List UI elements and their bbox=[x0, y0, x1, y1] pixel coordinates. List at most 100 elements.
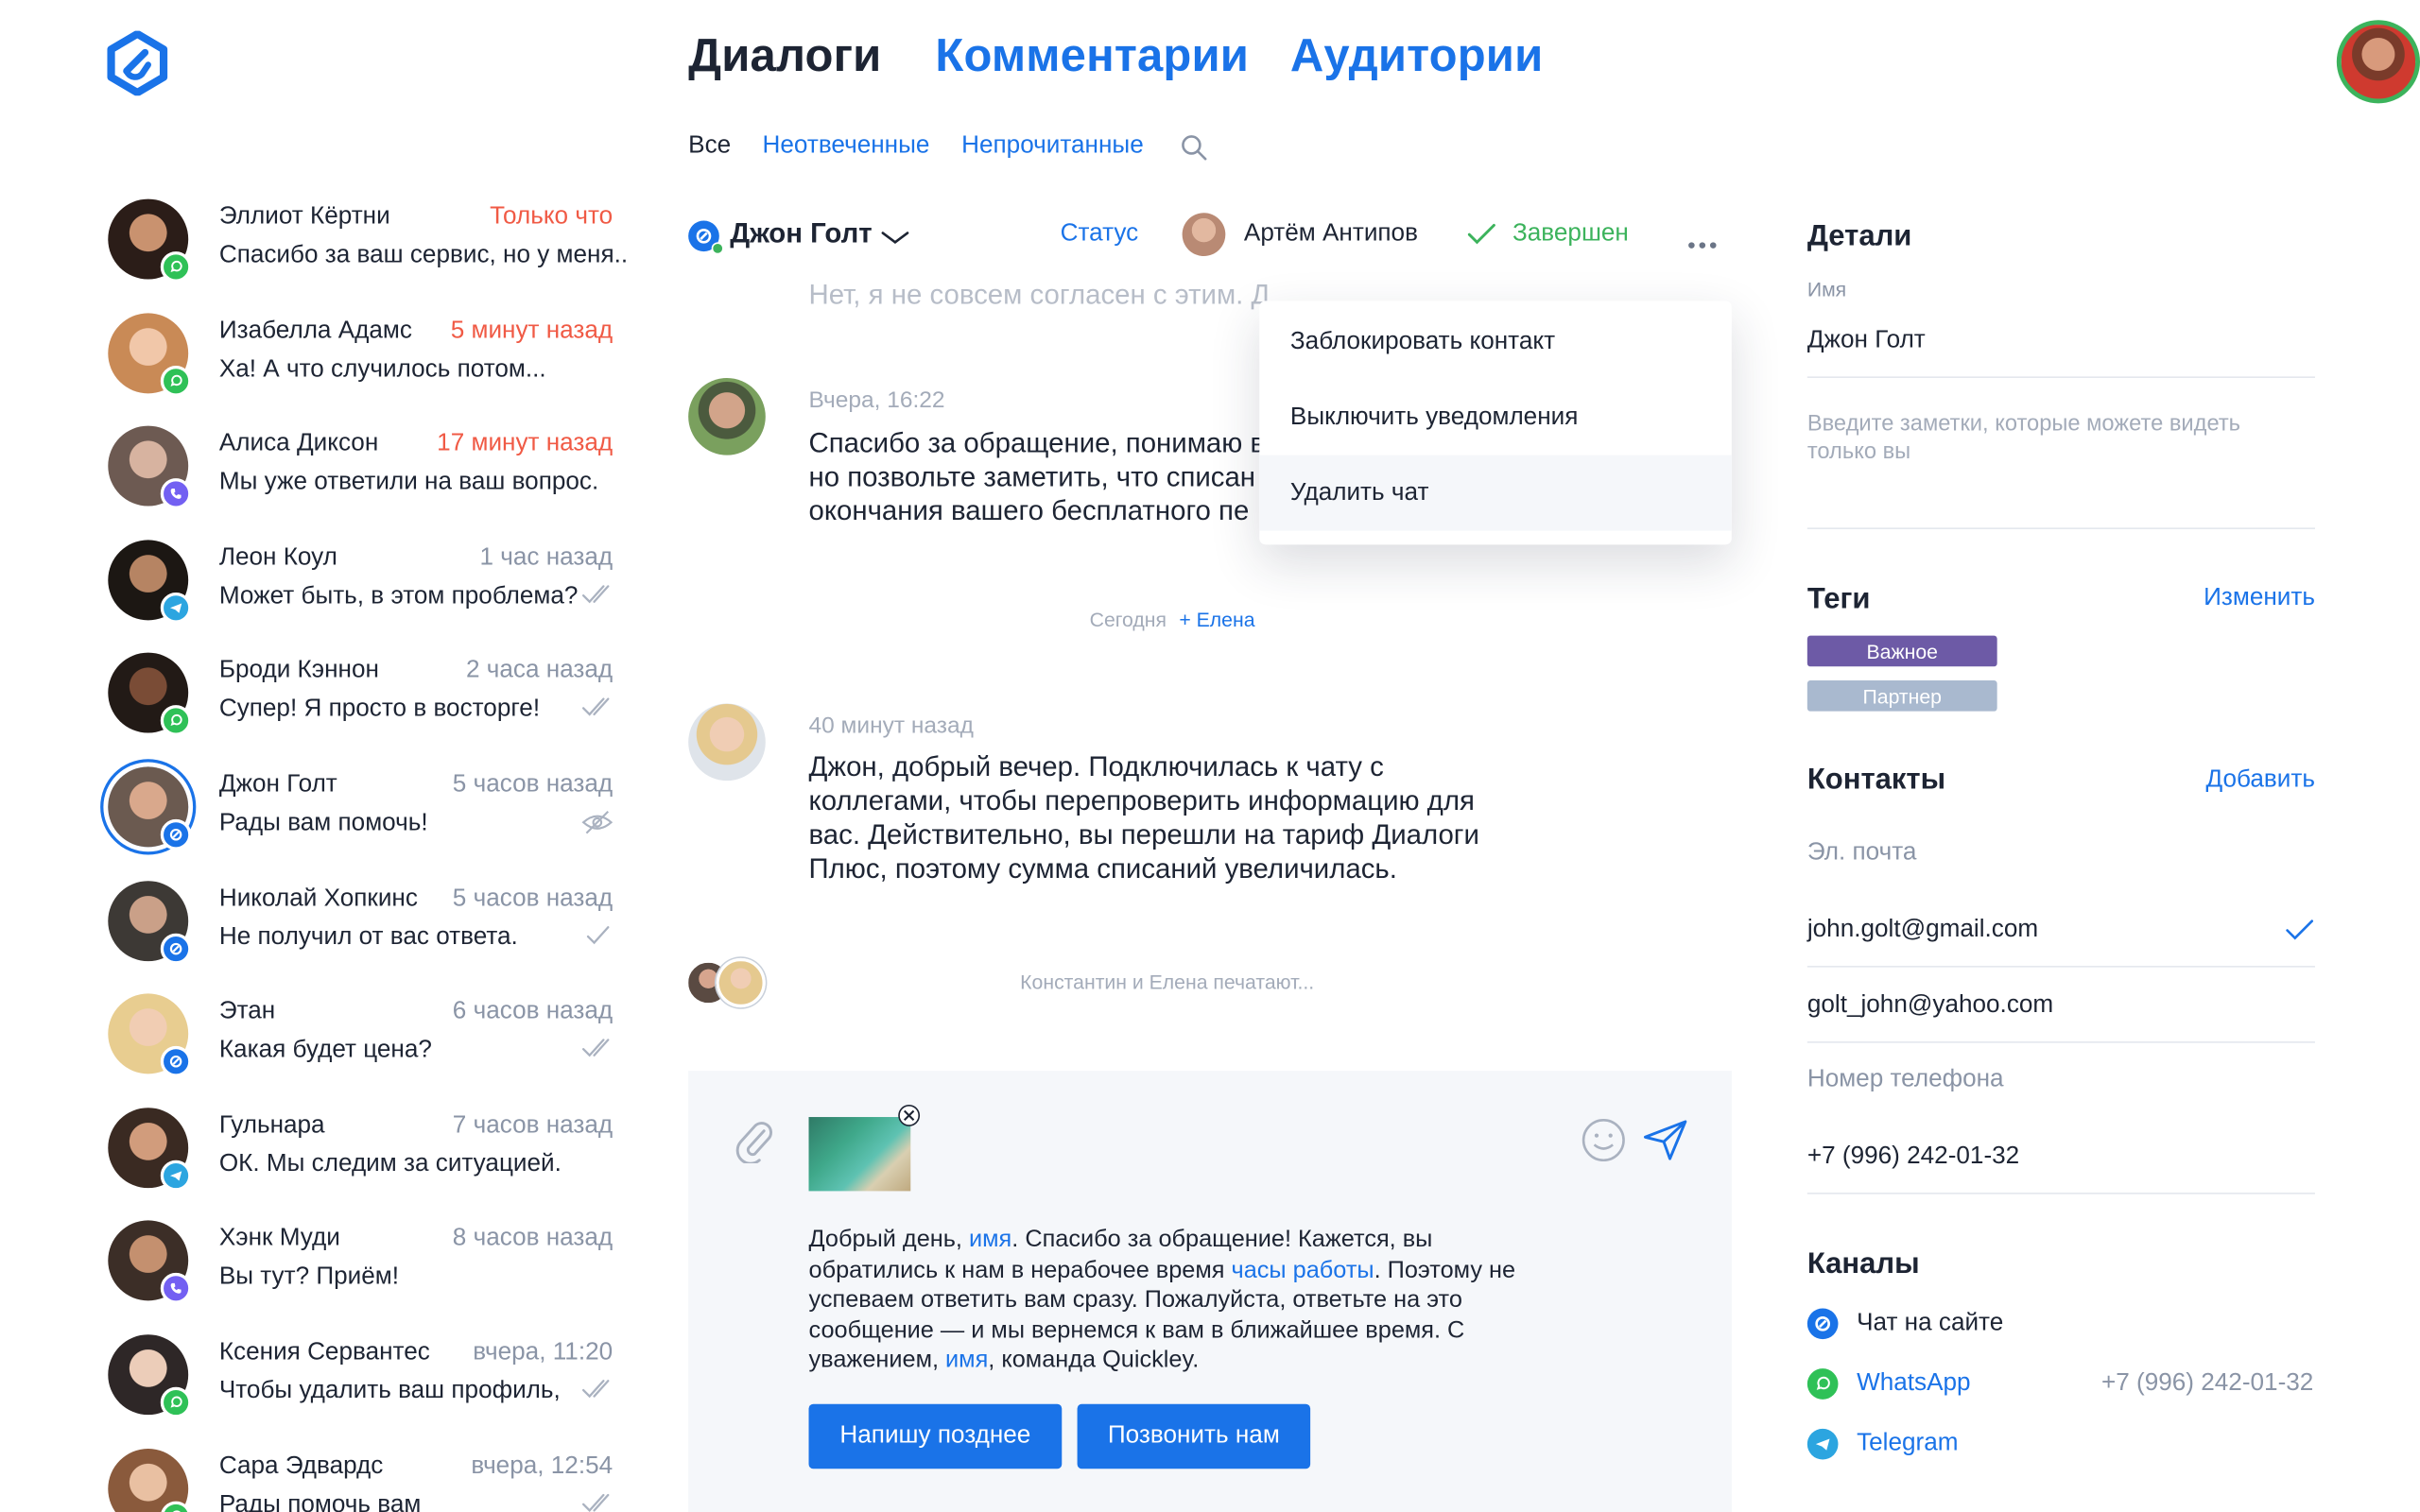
whatsapp-icon bbox=[160, 365, 192, 396]
conversation-time: 5 минут назад bbox=[450, 317, 614, 344]
channel-telegram[interactable]: Telegram bbox=[1857, 1430, 1958, 1457]
variable-name[interactable]: имя bbox=[969, 1227, 1011, 1253]
search-icon[interactable] bbox=[1181, 134, 1208, 162]
remove-attachment-icon[interactable] bbox=[898, 1104, 921, 1126]
conversation-item[interactable]: Леон Коул 1 час назад Может быть, в этом п… bbox=[108, 540, 617, 642]
message-text: Спасибо за обращение, понимаю в но позво… bbox=[808, 427, 1266, 526]
conversation-preview: Спасибо за ваш сервис, но у меня.. bbox=[218, 242, 629, 269]
conversation-time: 6 часов назад bbox=[452, 998, 614, 1025]
conversation-name: Ксения Сервантес bbox=[218, 1339, 430, 1366]
telegram-icon bbox=[1806, 1428, 1839, 1460]
status-button[interactable]: Статус bbox=[1061, 220, 1139, 260]
variable-working-hours[interactable]: часы работы bbox=[1232, 1257, 1374, 1283]
conversation-item[interactable]: Гульнара 7 часов назад ОК. Мы следим за си… bbox=[108, 1107, 617, 1210]
conversation-preview: Не получил от вас ответа. bbox=[218, 923, 518, 951]
conversation-name: Эллиот Кёртни bbox=[218, 203, 390, 231]
conversation-item[interactable]: Ксения Сервантес вчера, 11:20 Чтобы удалит… bbox=[108, 1334, 617, 1436]
menu-delete-chat[interactable]: Удалить чат bbox=[1259, 455, 1732, 531]
user-avatar[interactable] bbox=[2336, 20, 2420, 104]
variable-name[interactable]: имя bbox=[945, 1348, 988, 1374]
conversation-preview: Вы тут? Приём! bbox=[218, 1263, 400, 1291]
assignee-name[interactable]: Артём Антипов bbox=[1244, 220, 1418, 260]
divider bbox=[1806, 376, 2315, 378]
attach-icon[interactable] bbox=[735, 1117, 774, 1165]
more-icon[interactable] bbox=[1686, 230, 1718, 249]
tag-important[interactable]: Важное bbox=[1806, 635, 1997, 667]
message-text: Джон, добрый вечер. Подключилась к чату … bbox=[808, 751, 1479, 885]
email-primary[interactable]: john.golt@gmail.com bbox=[1807, 917, 2038, 944]
filter-unanswered[interactable]: Неотвеченные bbox=[763, 132, 930, 160]
conversation-item[interactable]: Джон Голт 5 часов назад Рады вам помочь! bbox=[108, 766, 617, 868]
conversation-item[interactable]: Этан 6 часов назад Какая будет цена? bbox=[108, 993, 617, 1096]
menu-block-contact[interactable]: Заблокировать контакт bbox=[1259, 304, 1732, 380]
conversation-preview: Ха! А что случилось потом... bbox=[218, 355, 546, 383]
conversation-item[interactable]: Сара Эдвардс вчера, 12:54 Рады помочь вам bbox=[108, 1448, 617, 1512]
tab-dialogs[interactable]: Диалоги bbox=[688, 31, 881, 84]
name-label: Имя bbox=[1806, 277, 1847, 301]
attached-image[interactable] bbox=[808, 1117, 911, 1192]
contact-name-field[interactable]: Джон Голт bbox=[1807, 327, 1926, 354]
conversation-name: Гульнара bbox=[218, 1111, 325, 1139]
assignee-avatar bbox=[1182, 213, 1226, 257]
edit-tags-link[interactable]: Изменить bbox=[2204, 585, 2315, 612]
channel-site-chat[interactable]: Чат на сайте bbox=[1857, 1310, 2003, 1337]
tags-title: Теги bbox=[1806, 583, 1871, 616]
conversation-name: Хэнк Муди bbox=[218, 1225, 340, 1252]
read-receipt-icon bbox=[581, 1378, 614, 1402]
reply-later-button[interactable]: Напишу позднее bbox=[808, 1403, 1063, 1469]
agent-avatar bbox=[688, 377, 766, 455]
notes-field[interactable]: Введите заметки, которые можете видеть т… bbox=[1807, 410, 2301, 466]
conversation-item[interactable]: Хэнк Муди 8 часов назад Вы тут? Приём! bbox=[108, 1221, 617, 1323]
conversation-time: 2 часа назад bbox=[465, 658, 614, 684]
chat-actions-menu: Заблокировать контакт Выключить уведомле… bbox=[1259, 301, 1732, 545]
conversation-time: 8 часов назад bbox=[452, 1225, 614, 1252]
send-icon[interactable] bbox=[1642, 1119, 1688, 1162]
tag-partner[interactable]: Партнер bbox=[1806, 679, 1997, 712]
tab-comments[interactable]: Комментарии bbox=[935, 31, 1249, 84]
call-us-button[interactable]: Позвонить нам bbox=[1077, 1403, 1311, 1469]
conversation-time: Только что bbox=[490, 203, 614, 231]
menu-mute-notifications[interactable]: Выключить уведомления bbox=[1259, 380, 1732, 455]
whatsapp-icon bbox=[160, 1386, 192, 1418]
conversation-item[interactable]: Николай Хопкинс 5 часов назад Не получил о… bbox=[108, 880, 617, 983]
conversation-name: Этан bbox=[218, 998, 276, 1025]
add-contact-link[interactable]: Добавить bbox=[2206, 766, 2315, 794]
chat-contact-name[interactable]: Джон Голт bbox=[730, 217, 872, 257]
conversation-item[interactable]: Эллиот Кёртни Только что Спасибо за ваш се… bbox=[108, 198, 628, 301]
conversation-time: 17 минут назад bbox=[437, 430, 614, 457]
email-secondary[interactable]: golt_john@yahoo.com bbox=[1807, 992, 2053, 1020]
conversation-item[interactable]: Изабелла Адамс 5 минут назад Ха! А что слу… bbox=[108, 312, 617, 415]
conversation-time: 5 часов назад bbox=[452, 771, 614, 799]
channels-title: Каналы bbox=[1806, 1247, 1920, 1281]
conversation-preview: Рады вам помочь! bbox=[218, 810, 428, 836]
typing-avatar bbox=[716, 957, 766, 1008]
read-receipt-icon bbox=[581, 1037, 614, 1061]
details-title: Детали bbox=[1806, 220, 1912, 253]
online-indicator bbox=[711, 242, 724, 255]
day-separator: Сегодня bbox=[1089, 608, 1167, 631]
chat-state[interactable]: Завершен bbox=[1512, 220, 1629, 260]
phone-field[interactable]: +7 (996) 242-01-32 bbox=[1807, 1143, 2019, 1171]
whatsapp-icon bbox=[160, 251, 192, 283]
emoji-icon[interactable] bbox=[1581, 1117, 1627, 1163]
read-receipt-icon bbox=[581, 583, 614, 608]
tab-audiences[interactable]: Аудитории bbox=[1290, 31, 1543, 84]
conversation-time: вчера, 12:54 bbox=[471, 1452, 614, 1480]
channel-whatsapp[interactable]: WhatsApp bbox=[1857, 1370, 1971, 1398]
filter-unread[interactable]: Непрочитанные bbox=[961, 132, 1144, 160]
conversation-time: 5 часов назад bbox=[452, 885, 614, 912]
composer-text[interactable]: Добрый день, имя. Спасибо за обращение! … bbox=[809, 1225, 1534, 1376]
conversation-item[interactable]: Броди Кэннон 2 часа назад Супер! Я просто … bbox=[108, 653, 617, 755]
conversation-time: вчера, 11:20 bbox=[473, 1339, 614, 1366]
conversation-preview: Чтобы удалить ваш профиль, bbox=[218, 1377, 561, 1404]
conversation-time: 1 час назад bbox=[479, 543, 614, 571]
logo-icon[interactable] bbox=[105, 29, 170, 97]
conversation-time: 7 часов назад bbox=[452, 1111, 614, 1139]
conversation-item[interactable]: Алиса Диксон 17 минут назад Мы уже ответил… bbox=[108, 425, 617, 528]
conversation-name: Джон Голт bbox=[218, 771, 337, 799]
telegram-icon bbox=[160, 592, 192, 624]
filter-all[interactable]: Все bbox=[688, 132, 731, 160]
chevron-down-icon[interactable] bbox=[881, 225, 909, 244]
participant-added: + Елена bbox=[1179, 608, 1255, 631]
phone-label: Номер телефона bbox=[1806, 1066, 2004, 1092]
